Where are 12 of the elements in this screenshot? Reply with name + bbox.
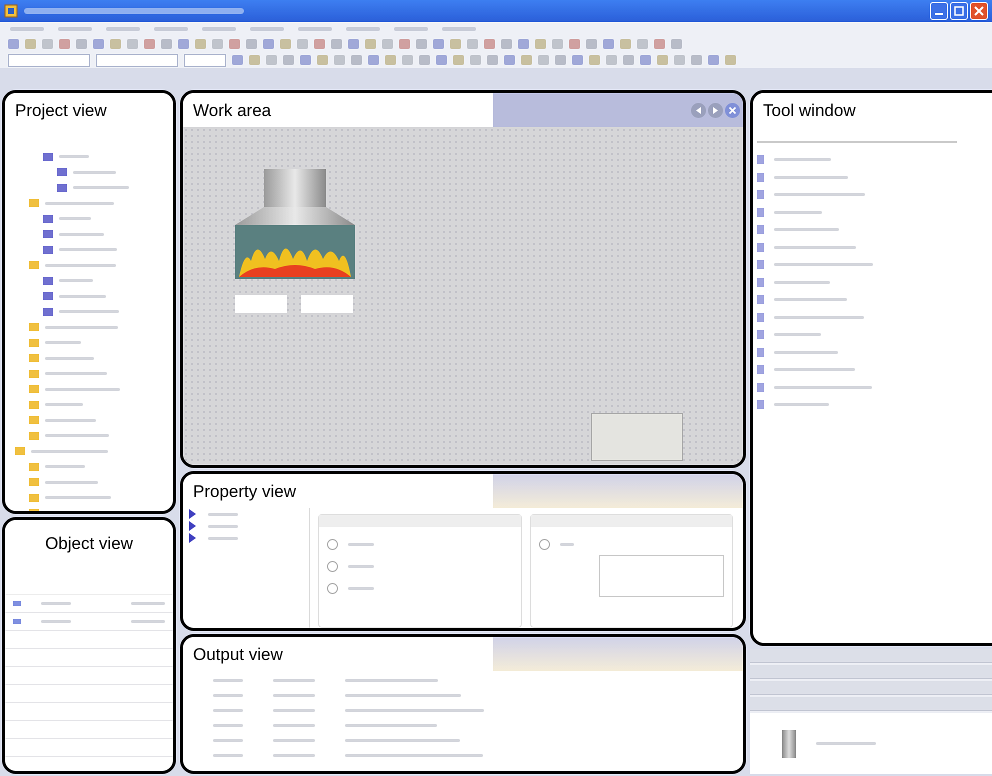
next-icon[interactable]	[708, 102, 723, 118]
maximize-button[interactable]	[950, 2, 968, 20]
minimize-icon	[935, 13, 943, 15]
app-icon	[4, 4, 18, 18]
output-field	[301, 295, 353, 313]
minimize-button[interactable]	[930, 2, 948, 20]
previous-icon[interactable]	[691, 102, 706, 118]
output-field	[235, 295, 287, 313]
close-button[interactable]	[970, 2, 988, 20]
close-icon[interactable]	[725, 102, 740, 118]
close-icon	[974, 6, 984, 16]
maximize-icon	[954, 6, 964, 16]
